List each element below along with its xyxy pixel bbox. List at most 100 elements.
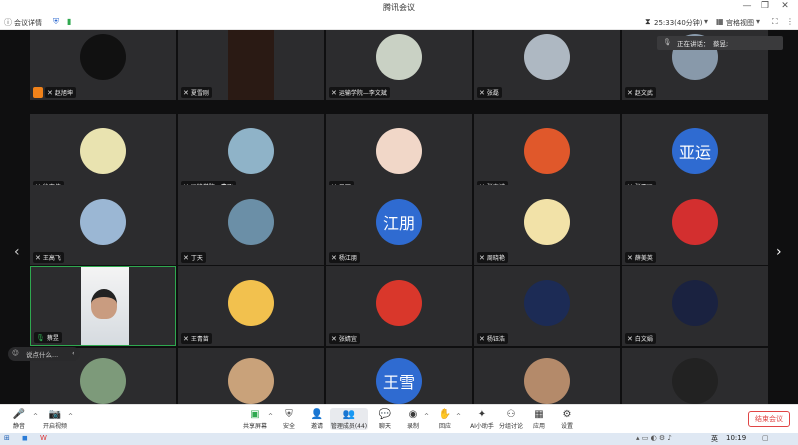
participant-name: 夏雪刚	[190, 90, 209, 97]
participant-avatar	[524, 280, 570, 326]
participant-tile[interactable]: ✕ 周晓艳	[474, 185, 620, 265]
participant-avatar	[80, 34, 126, 80]
speaking-indicator: 🎙 正在讲话： 蔡昱;	[657, 36, 783, 50]
participant-tile[interactable]	[622, 348, 768, 404]
participant-name: 王青苗	[190, 336, 209, 343]
participant-name: 张磊	[486, 90, 499, 97]
participant-avatar	[376, 34, 422, 80]
mic-muted-icon: ✕	[47, 88, 53, 97]
participant-avatar	[376, 128, 422, 174]
participant-name: 周晓艳	[486, 255, 505, 262]
participant-name: 王高飞	[42, 255, 61, 262]
security-button[interactable]: ⛨ 安全	[274, 408, 304, 430]
ime-indicator[interactable]: 英	[711, 434, 718, 444]
minimize-icon[interactable]: —	[740, 1, 754, 11]
manage-members-button[interactable]: 👥 管理成员(44)	[330, 408, 368, 430]
previous-page-icon[interactable]: ‹	[14, 244, 20, 260]
participant-tile[interactable]: ✕徐志伟	[30, 114, 176, 194]
signal-icon[interactable]: ▮	[67, 17, 71, 26]
participant-tile[interactable]: ✕ 赵旭坤	[30, 30, 176, 100]
collapse-icon[interactable]: ‹	[72, 349, 75, 357]
participant-avatar: 亚运	[672, 128, 718, 174]
mic-icon: 🎙	[663, 38, 672, 46]
participant-tile[interactable]: ✕ 张婧宜	[326, 266, 472, 346]
notification-icon[interactable]: ▢	[762, 434, 769, 442]
participant-avatar	[524, 199, 570, 245]
start-icon[interactable]: ⊞	[4, 434, 10, 442]
video-grid: ‹ › ✕赵旭坤✕夏雪刚✕运输学院—李文斌✕张磊✕赵文武✕徐志伟✕运输学院—曹飞…	[0, 30, 798, 404]
participant-avatar	[672, 280, 718, 326]
participant-tile[interactable]: ✕ 王高飞	[30, 185, 176, 265]
mic-muted-icon: ✕	[331, 88, 337, 97]
participant-avatar	[80, 128, 126, 174]
chevron-up-icon[interactable]: ^	[33, 413, 38, 420]
participant-tile[interactable]: ✕ 张磊	[474, 30, 620, 100]
mic-muted-icon: ✕	[627, 253, 633, 262]
wps-icon[interactable]: W	[40, 434, 47, 442]
participant-avatar: 江朋	[376, 199, 422, 245]
invite-button[interactable]: 👤 邀请	[302, 408, 332, 430]
close-icon[interactable]: ✕	[778, 1, 792, 11]
participant-tile[interactable]: ✕运输学院—曹飞	[178, 114, 324, 194]
emoji-icon[interactable]: ☺	[12, 349, 19, 357]
participant-tile[interactable]: ✕ 运输学院—李文斌	[326, 30, 472, 100]
participant-tile[interactable]: ✕ 丁天	[178, 185, 324, 265]
participant-tile[interactable]: ✕马丽	[326, 114, 472, 194]
tray-icons[interactable]: ▴ ▭ ◐ ⚙ ♪	[636, 434, 672, 442]
participant-tile[interactable]: ✕ 薛美英	[622, 185, 768, 265]
participant-name: 丁天	[190, 255, 203, 262]
view-mode-selector[interactable]: 宫格视图	[726, 18, 754, 28]
participant-nametag: ✕ 杨江朋	[329, 252, 360, 263]
mic-muted-icon: ✕	[183, 88, 189, 97]
participant-tile[interactable]	[474, 348, 620, 404]
participant-tile[interactable]: ✕ 杨钰浩	[474, 266, 620, 346]
participant-tile[interactable]: ✕ 王青苗	[178, 266, 324, 346]
chevron-down-icon[interactable]: ▾	[704, 17, 708, 26]
video-button[interactable]: 📷 开启视频	[40, 408, 70, 430]
participant-name: 薛美英	[634, 255, 653, 262]
participant-tile[interactable]	[178, 348, 324, 404]
shield-icon[interactable]: ⛨	[53, 17, 59, 27]
chevron-up-icon[interactable]: ^	[268, 413, 273, 420]
share-screen-button[interactable]: ▣ 共享屏幕	[240, 408, 270, 430]
participant-tile[interactable]: ✕ 白文娟	[622, 266, 768, 346]
participant-tile[interactable]: 王雪	[326, 348, 472, 404]
meeting-details-link[interactable]: 会议详情	[14, 18, 42, 28]
restore-icon[interactable]: ❐	[758, 1, 772, 11]
breakout-icon: ⚇	[506, 409, 516, 420]
participant-tile[interactable]: ✕ 夏雪刚	[178, 30, 324, 100]
more-icon[interactable]: ⋮	[786, 17, 794, 26]
ai-assistant-button[interactable]: ✦ AI小助手	[464, 408, 500, 430]
participant-tile[interactable]: 江朋 ✕ 杨江朋	[326, 185, 472, 265]
next-page-icon[interactable]: ›	[776, 244, 782, 260]
mic-active-icon: 🎙	[36, 333, 45, 342]
breakout-button[interactable]: ⚇ 分组讨论	[496, 408, 526, 430]
participant-avatar	[80, 358, 126, 404]
chat-button[interactable]: 💬 聊天	[370, 408, 400, 430]
participant-tile[interactable]: ✕张克诚	[474, 114, 620, 194]
chevron-up-icon[interactable]: ^	[456, 413, 461, 420]
chevron-down-icon[interactable]: ▾	[756, 17, 760, 26]
chat-input[interactable]: ☺ 说点什么... ‹	[8, 347, 80, 361]
mute-button[interactable]: 🎤 静音	[4, 408, 34, 430]
settings-button[interactable]: ⚙ 设置	[552, 408, 582, 430]
chevron-up-icon[interactable]: ^	[424, 413, 429, 420]
person-silhouette	[91, 289, 117, 319]
participant-avatar	[228, 128, 274, 174]
participant-avatar	[672, 199, 718, 245]
participant-nametag: ✕ 周晓艳	[477, 252, 508, 263]
gear-icon: ⚙	[562, 409, 572, 420]
apps-button[interactable]: ▦ 应用	[524, 408, 554, 430]
fullscreen-icon[interactable]: ⛶	[772, 17, 778, 27]
participant-nametag: ✕ 夏雪刚	[181, 87, 212, 98]
participant-name: 运输学院—李文斌	[338, 90, 387, 97]
chevron-up-icon[interactable]: ^	[68, 413, 73, 420]
participant-tile[interactable]: 🎙 蔡昱	[30, 266, 176, 346]
participant-avatar	[524, 34, 570, 80]
grid-view-icon[interactable]: ▦	[716, 17, 724, 26]
participant-avatar	[228, 199, 274, 245]
meeting-app-icon[interactable]: ◼	[22, 434, 28, 442]
apps-icon: ▦	[534, 409, 544, 420]
participant-tile[interactable]: 亚运✕张亚运	[622, 114, 768, 194]
end-meeting-button[interactable]: 结束会议	[748, 411, 790, 427]
